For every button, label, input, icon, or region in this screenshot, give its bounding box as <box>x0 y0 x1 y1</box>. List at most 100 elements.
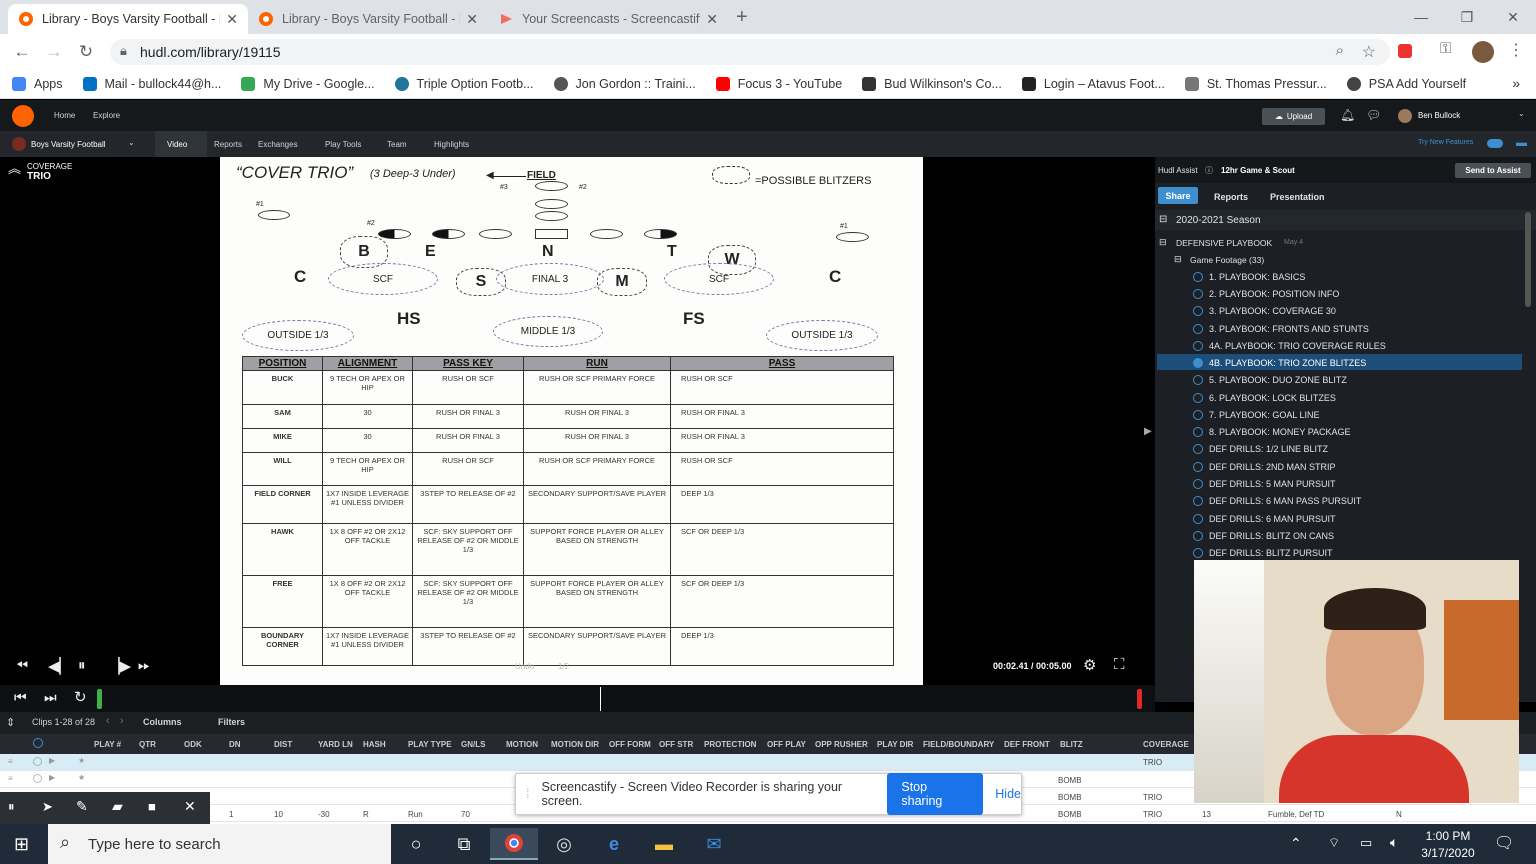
radio-icon[interactable] <box>1193 393 1203 403</box>
step-back-icon[interactable]: ◀▏ <box>48 657 71 675</box>
user-avatar[interactable] <box>1398 109 1412 123</box>
col-header[interactable]: PLAY TYPE <box>408 740 452 749</box>
bookmark-atavus[interactable]: Login – Atavus Foot... <box>1021 76 1165 91</box>
minimize-icon[interactable]: — <box>1398 0 1444 34</box>
tab-hudl-library-2[interactable]: Library - Boys Varsity Football - H ✕ <box>248 4 488 34</box>
back-arrow-icon[interactable]: ← <box>8 38 36 66</box>
tab-reports[interactable]: Reports <box>1214 192 1248 202</box>
playlist-item[interactable]: DEF DRILLS: BLITZ ON CANS <box>1209 531 1334 541</box>
address-bar[interactable]: 🔒︎ hudl.com/library/19115 ⌕ ☆ <box>110 39 1390 65</box>
nav-highlights[interactable]: Highlights <box>434 140 469 149</box>
close-window-icon[interactable]: ✕ <box>1490 0 1536 34</box>
menu-kebab-icon[interactable]: ⋮ <box>1508 40 1524 60</box>
col-header[interactable]: HASH <box>363 740 386 749</box>
expand-panel-icon[interactable]: ▶ <box>1144 426 1152 437</box>
playlist-item[interactable]: DEF DRILLS: 1/2 LINE BLITZ <box>1209 444 1328 454</box>
playlist-item[interactable]: DEF DRILLS: 5 MAN PURSUIT <box>1209 479 1336 489</box>
radio-icon[interactable] <box>1193 272 1203 282</box>
collapse-icon[interactable]: ⊟ <box>1159 214 1167 225</box>
nav-play-tools[interactable]: Play Tools <box>325 140 361 149</box>
bookmark-apps[interactable]: Apps <box>12 76 63 91</box>
nav-exchanges[interactable]: Exchanges <box>258 140 298 149</box>
nav-team[interactable]: Team <box>387 140 407 149</box>
col-header[interactable]: DN <box>229 740 241 749</box>
col-header[interactable]: FIELD/BOUNDARY <box>923 740 994 749</box>
cell-blitz[interactable]: BOMB <box>1058 776 1082 785</box>
col-header[interactable]: ODK <box>184 740 202 749</box>
cell-gnls[interactable]: 70 <box>461 810 470 819</box>
close-icon[interactable]: ✕ <box>706 11 718 28</box>
key-icon[interactable]: ⚿ <box>1440 40 1451 57</box>
cell-blitz[interactable]: BOMB <box>1058 810 1082 819</box>
bookmark-st-thomas[interactable]: St. Thomas Pressur... <box>1184 76 1327 91</box>
collapse-up-icon[interactable]: ︽ <box>8 162 21 175</box>
app-icon[interactable]: ◎ <box>540 828 588 860</box>
cell-blitz[interactable]: BOMB <box>1058 793 1082 802</box>
cell-coverage[interactable]: TRIO <box>1143 810 1162 819</box>
webcam-overlay[interactable] <box>1194 560 1519 803</box>
team-selector[interactable]: Boys Varsity Football <box>31 140 106 149</box>
row-radio[interactable] <box>33 757 42 766</box>
cursor-icon[interactable]: ➤ <box>42 799 53 815</box>
play-icon[interactable]: ▶ <box>49 773 55 782</box>
nav-reports[interactable]: Reports <box>214 140 242 149</box>
col-header[interactable]: OFF FORM <box>609 740 651 749</box>
playlist-item[interactable]: 4A. PLAYBOOK: TRIO COVERAGE RULES <box>1209 341 1386 351</box>
col-header[interactable]: MOTION <box>506 740 538 749</box>
playlist-item[interactable]: 7. PLAYBOOK: GOAL LINE <box>1209 410 1320 420</box>
bookmark-focus3[interactable]: Focus 3 - YouTube <box>715 76 842 91</box>
settings-gear-icon[interactable]: ⚙ <box>1083 656 1096 674</box>
bookmark-bud-wilkinson[interactable]: Bud Wilkinson's Co... <box>862 76 1002 91</box>
radio-icon[interactable] <box>1193 375 1203 385</box>
playbook-folder[interactable]: DEFENSIVE PLAYBOOK <box>1176 238 1272 248</box>
radio-icon[interactable] <box>1193 289 1203 299</box>
radio-icon[interactable] <box>1193 548 1203 558</box>
drag-handle-icon[interactable]: ≡ <box>8 774 13 783</box>
col-header[interactable]: OPP RUSHER <box>815 740 868 749</box>
col-header[interactable]: PROTECTION <box>704 740 756 749</box>
star-icon[interactable]: ★ <box>78 756 85 765</box>
col-header[interactable]: OFF PLAY <box>767 740 806 749</box>
nav-explore[interactable]: Explore <box>93 111 120 120</box>
season-row[interactable]: ⊟ 2020-2021 Season <box>1155 210 1536 230</box>
radio-icon[interactable] <box>1193 496 1203 506</box>
mail-icon[interactable]: ✉ <box>690 828 738 860</box>
star-icon[interactable]: ☆ <box>1362 42 1376 62</box>
send-to-assist-button[interactable]: Send to Assist <box>1455 163 1531 178</box>
close-icon[interactable]: ✕ <box>184 798 196 815</box>
volume-icon[interactable]: 🔈︎ <box>1390 834 1398 851</box>
bookmark-triple-option[interactable]: Triple Option Footb... <box>394 76 534 91</box>
bell-icon[interactable]: 🔔︎ <box>1340 108 1355 122</box>
hide-button[interactable]: Hide <box>995 787 1021 801</box>
tab-share[interactable]: Share <box>1158 187 1198 204</box>
playlist-item[interactable]: 2. PLAYBOOK: POSITION INFO <box>1209 289 1339 299</box>
rewind-icon[interactable]: ⏪︎ <box>16 657 28 674</box>
cell-extra[interactable]: N <box>1396 810 1402 819</box>
collapse-icon[interactable]: ⊟ <box>1174 254 1182 265</box>
chrome-taskbar-icon[interactable] <box>490 828 538 860</box>
close-icon[interactable]: ✕ <box>226 11 238 28</box>
playlist-item[interactable]: DEF DRILLS: 2ND MAN STRIP <box>1209 462 1336 472</box>
camera-icon[interactable]: ■ <box>148 799 156 814</box>
task-view-icon[interactable]: ⧉ <box>440 828 488 860</box>
radio-icon[interactable] <box>1193 341 1203 351</box>
play-icon[interactable]: ▶ <box>49 756 55 765</box>
playlist-item[interactable]: 3. PLAYBOOK: FRONTS AND STUNTS <box>1209 324 1369 334</box>
chevron-right-icon[interactable]: › <box>120 715 124 727</box>
profile-avatar[interactable] <box>1472 41 1494 63</box>
game-footage-folder[interactable]: Game Footage (33) <box>1190 255 1264 265</box>
radio-icon[interactable] <box>1193 462 1203 472</box>
chat-icon[interactable]: 💬︎ <box>1366 108 1381 122</box>
cell-dn[interactable]: 1 <box>229 810 233 819</box>
feedback-icon[interactable]: ▬ <box>1516 137 1527 149</box>
next-clip-icon[interactable]: ⏭︎ <box>44 689 57 706</box>
pen-icon[interactable]: ✎ <box>76 798 88 815</box>
collapse-icon[interactable]: ⊟ <box>1159 237 1167 248</box>
new-tab-button[interactable]: + <box>736 6 748 29</box>
row-radio[interactable] <box>33 774 42 783</box>
hudl-logo-icon[interactable] <box>12 105 34 127</box>
col-header[interactable]: QTR <box>139 740 156 749</box>
radio-icon[interactable] <box>1193 531 1203 541</box>
radio-icon[interactable] <box>1193 410 1203 420</box>
chevron-left-icon[interactable]: ‹ <box>106 715 110 727</box>
